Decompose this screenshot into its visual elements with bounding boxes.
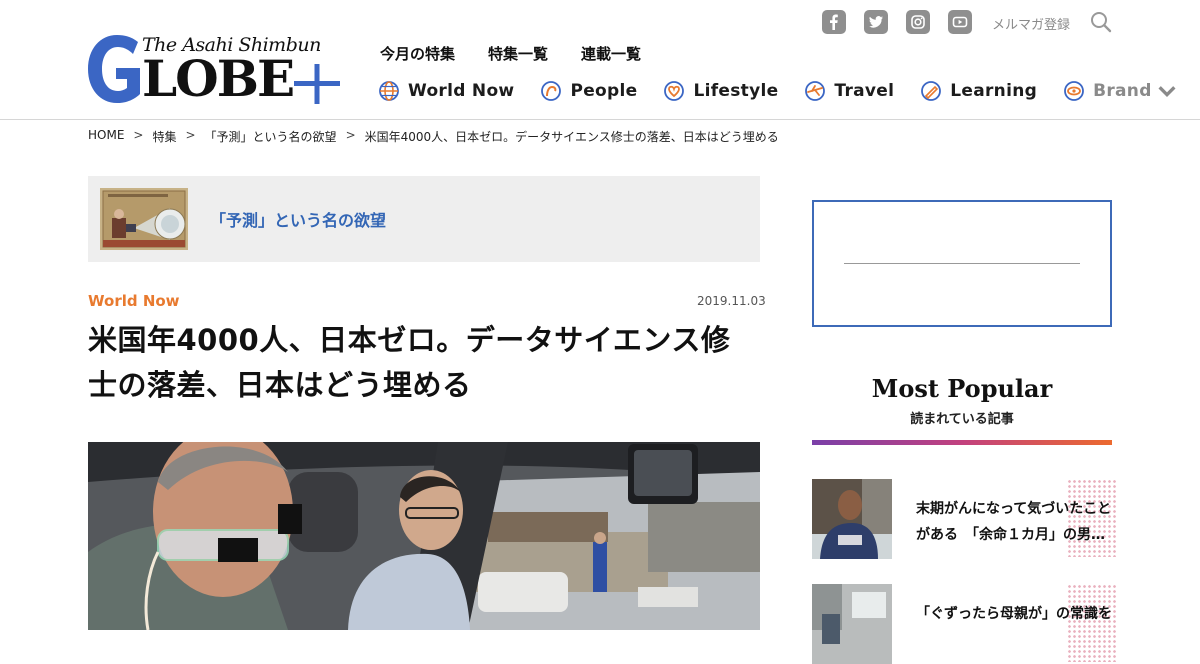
- category-label: Travel: [834, 81, 895, 101]
- twitter-icon[interactable]: [864, 10, 888, 34]
- most-popular-title: Most Popular: [871, 374, 1053, 403]
- category-label: People: [570, 81, 638, 101]
- top-nav: 今月の特集 特集一覧 連載一覧: [380, 43, 674, 64]
- category-nav: World Now People Lifestyle Travel Learni…: [378, 80, 1200, 102]
- travel-icon: [805, 81, 826, 101]
- breadcrumb-separator: >: [345, 128, 356, 142]
- category-world-now[interactable]: World Now: [378, 80, 514, 102]
- breadcrumb-separator: >: [185, 128, 196, 142]
- article-title: 米国年4000人、日本ゼロ。データサイエンス修士の落差、日本はどう埋める: [88, 323, 731, 402]
- nav-feature-list[interactable]: 特集一覧: [488, 43, 548, 64]
- breadcrumb: HOME > 特集 > 「予測」という名の欲望 > 米国年4000人、日本ゼロ。…: [88, 128, 779, 145]
- popular-item[interactable]: 「ぐずったら母親が」の常識を: [812, 584, 1117, 664]
- article-category[interactable]: World Now: [88, 292, 180, 310]
- category-brand[interactable]: Brand: [1063, 80, 1186, 102]
- facebook-icon[interactable]: [822, 10, 846, 34]
- breadcrumb-feature-series[interactable]: 「予測」という名の欲望: [205, 128, 337, 145]
- learning-icon: [921, 81, 942, 101]
- logo-plus-glyph: [294, 64, 340, 104]
- popular-item[interactable]: 末期がんになって気づいたことがある 「余命１カ月」の男…: [812, 479, 1117, 559]
- logo-g-glyph: [88, 35, 140, 103]
- breadcrumb-separator: >: [133, 128, 144, 142]
- category-label: Lifestyle: [693, 81, 779, 101]
- advertisement-box[interactable]: [812, 200, 1112, 327]
- search-icon[interactable]: [1090, 11, 1112, 33]
- chevron-down-icon: [1158, 86, 1176, 98]
- newsletter-signup-link[interactable]: メルマガ登録: [992, 14, 1070, 33]
- nav-monthly-feature[interactable]: 今月の特集: [380, 43, 455, 64]
- popular-item-title[interactable]: 「ぐずったら母親が」の常識を: [916, 601, 1116, 627]
- category-people[interactable]: People: [540, 80, 637, 102]
- category-label: Learning: [950, 81, 1038, 101]
- category-label: Brand: [1093, 81, 1152, 101]
- site-header: The Asahi Shimbun LOBE メルマガ登録 今月の特集 特集一覧…: [0, 0, 1200, 120]
- category-travel[interactable]: Travel: [804, 80, 894, 102]
- popular-item-title[interactable]: 末期がんになって気づいたことがある 「余命１カ月」の男…: [916, 496, 1116, 548]
- feature-banner[interactable]: 「予測」という名の欲望: [88, 176, 760, 262]
- brand-icon: [1064, 81, 1084, 101]
- category-lifestyle[interactable]: Lifestyle: [663, 80, 778, 102]
- category-label: World Now: [408, 81, 515, 101]
- breadcrumb-current: 米国年4000人、日本ゼロ。データサイエンス修士の落差、日本はどう埋める: [364, 130, 779, 144]
- most-popular-divider: [812, 440, 1112, 445]
- article-hero-image: [88, 442, 760, 630]
- article-date: 2019.11.03: [697, 294, 766, 308]
- ad-placeholder-divider: [844, 263, 1080, 264]
- popular-item-thumbnail: [812, 479, 892, 559]
- category-learning[interactable]: Learning: [920, 80, 1037, 102]
- popular-item-thumbnail: [812, 584, 892, 664]
- globe-icon: [379, 81, 399, 101]
- breadcrumb-home[interactable]: HOME: [88, 128, 124, 145]
- breadcrumb-features[interactable]: 特集: [152, 128, 176, 145]
- feature-title-link[interactable]: 「予測」という名の欲望: [210, 207, 386, 231]
- globe-plus-logo[interactable]: The Asahi Shimbun LOBE: [86, 34, 346, 106]
- people-icon: [541, 81, 562, 101]
- social-links: [822, 10, 990, 34]
- nav-series-list[interactable]: 連載一覧: [581, 43, 641, 64]
- logo-wordmark: LOBE: [142, 49, 295, 108]
- feature-thumbnail: [100, 188, 188, 250]
- lifestyle-icon: [664, 81, 685, 101]
- youtube-icon[interactable]: [948, 10, 972, 34]
- most-popular-subtitle: 読まれている記事: [910, 412, 1014, 427]
- instagram-icon[interactable]: [906, 10, 930, 34]
